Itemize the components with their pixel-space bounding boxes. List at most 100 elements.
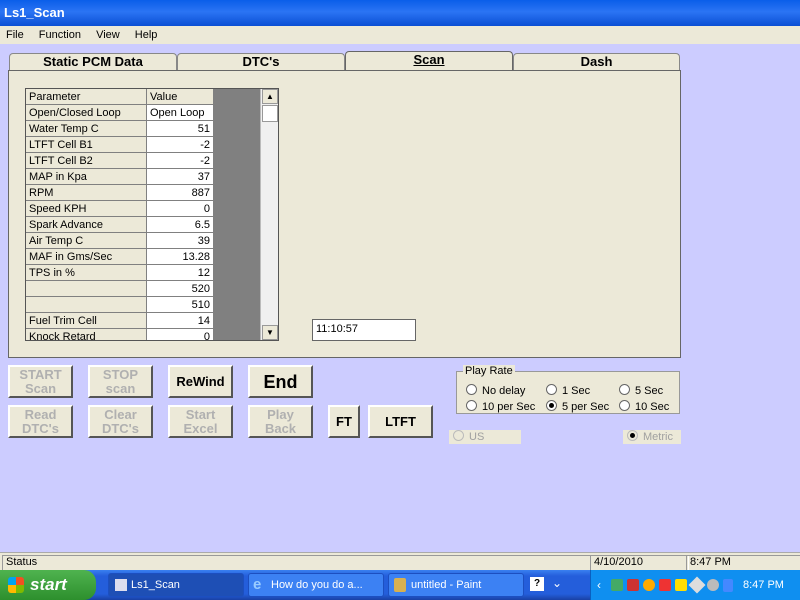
play-back-button[interactable]: Play Back: [248, 405, 313, 438]
table-row[interactable]: Open/Closed Loop Open Loop: [26, 105, 214, 121]
table-row[interactable]: Fuel Trim Cell 14: [26, 313, 214, 329]
taskbar-item-label: Ls1_Scan: [131, 579, 180, 591]
value-cell: -2: [147, 153, 214, 169]
grid-header-row: Parameter Value: [26, 89, 214, 105]
radio-label: US: [469, 431, 485, 443]
parameter-cell: Open/Closed Loop: [26, 105, 147, 121]
units-metric-option[interactable]: Metric: [623, 430, 681, 444]
table-row[interactable]: Knock Retard 0: [26, 329, 214, 340]
tab-static-pcm-data[interactable]: Static PCM Data: [9, 53, 177, 70]
radio-label: 10 per Sec: [482, 401, 536, 413]
table-row[interactable]: RPM 887: [26, 185, 214, 201]
play-rate-label: Play Rate: [463, 365, 515, 377]
table-row[interactable]: Air Temp C 39: [26, 233, 214, 249]
menu-view[interactable]: View: [90, 26, 126, 41]
start-scan-button[interactable]: START Scan: [8, 365, 73, 398]
units-us-option[interactable]: US: [449, 430, 521, 444]
start-excel-button[interactable]: Start Excel: [168, 405, 233, 438]
stop-scan-button[interactable]: STOP scan: [88, 365, 153, 398]
help-icon[interactable]: ?: [530, 577, 544, 591]
play-rate-group: Play Rate No delay 1 Sec 5 Sec 10 per Se…: [456, 365, 680, 414]
window-title: Ls1_Scan: [4, 5, 65, 20]
taskbar-item-label: untitled - Paint: [411, 579, 482, 591]
radio-label: 5 per Sec: [562, 401, 610, 413]
radio-5-sec[interactable]: 5 Sec: [619, 384, 663, 397]
scroll-thumb[interactable]: [262, 105, 278, 122]
value-cell: Open Loop: [147, 105, 214, 121]
table-row[interactable]: Speed KPH 0: [26, 201, 214, 217]
scan-time-display: 11:10:57: [312, 319, 416, 341]
radio-label: 5 Sec: [635, 385, 664, 397]
clear-dtcs-button[interactable]: Clear DTC's: [88, 405, 153, 438]
parameter-cell: LTFT Cell B1: [26, 137, 147, 153]
battery-icon[interactable]: [723, 579, 733, 592]
parameter-cell: [26, 281, 147, 297]
scroll-down-arrow-icon[interactable]: ▼: [262, 325, 278, 340]
radio-selected-icon: [546, 400, 557, 411]
menu-help[interactable]: Help: [129, 26, 164, 41]
taskbar-item-paint[interactable]: untitled - Paint: [388, 573, 524, 597]
scroll-up-arrow-icon[interactable]: ▲: [262, 89, 278, 104]
value-cell: 13.28: [147, 249, 214, 265]
value-cell: 14: [147, 313, 214, 329]
parameter-cell: Knock Retard: [26, 329, 147, 340]
radio-10-per-sec[interactable]: 10 per Sec: [466, 400, 535, 413]
radio-1-sec[interactable]: 1 Sec: [546, 384, 590, 397]
radio-selected-icon: [627, 430, 638, 441]
wireless-icon[interactable]: [643, 579, 655, 591]
menu-function[interactable]: Function: [33, 26, 87, 41]
value-cell: 0: [147, 201, 214, 217]
table-row[interactable]: 510: [26, 297, 214, 313]
network-icon[interactable]: [627, 579, 639, 591]
radio-10-sec[interactable]: 10 Sec: [619, 400, 669, 413]
table-row[interactable]: 520: [26, 281, 214, 297]
radio-no-delay[interactable]: No delay: [466, 384, 525, 397]
taskbar-item-browser[interactable]: e How do you do a...: [248, 573, 384, 597]
end-button[interactable]: End: [248, 365, 313, 398]
ft-button[interactable]: FT: [328, 405, 360, 438]
tray-diamond-icon[interactable]: [688, 576, 706, 594]
tray-expand-icon[interactable]: ‹: [597, 578, 601, 592]
menu-file[interactable]: File: [0, 26, 30, 41]
table-row[interactable]: MAP in Kpa 37: [26, 169, 214, 185]
taskbar-item-label: How do you do a...: [271, 579, 363, 591]
grid-header-value: Value: [147, 89, 214, 105]
tab-dash[interactable]: Dash: [513, 53, 680, 70]
grid-header-parameter: Parameter: [26, 89, 147, 105]
parameter-cell: RPM: [26, 185, 147, 201]
table-row[interactable]: Water Temp C 51: [26, 121, 214, 137]
language-bar-icon[interactable]: ⌄: [552, 576, 562, 590]
start-label: start: [30, 575, 67, 594]
alert-shield-icon[interactable]: [675, 579, 687, 591]
parameter-grid[interactable]: Parameter Value Open/Closed Loop Open Loo…: [25, 88, 279, 341]
window-title-bar[interactable]: Ls1_Scan: [0, 0, 800, 26]
start-button[interactable]: start: [0, 570, 96, 600]
tray-app-icon[interactable]: [611, 579, 623, 591]
app-window-icon: [115, 579, 127, 591]
radio-button-icon: [619, 384, 630, 395]
radio-5-per-sec[interactable]: 5 per Sec: [546, 400, 609, 413]
table-row[interactable]: LTFT Cell B1 -2: [26, 137, 214, 153]
table-row[interactable]: Spark Advance 6.5: [26, 217, 214, 233]
menu-bar: File Function View Help: [0, 26, 800, 44]
rewind-button[interactable]: ReWind: [168, 365, 233, 398]
taskbar-clock: 8:47 PM: [743, 579, 784, 591]
table-row[interactable]: MAF in Gms/Sec 13.28: [26, 249, 214, 265]
ltft-button[interactable]: LTFT: [368, 405, 433, 438]
tab-dtcs[interactable]: DTC's: [177, 53, 345, 70]
parameter-cell: TPS in %: [26, 265, 147, 281]
read-dtcs-button[interactable]: Read DTC's: [8, 405, 73, 438]
taskbar-item-ls1-scan[interactable]: Ls1_Scan: [108, 573, 244, 597]
security-shield-icon[interactable]: [659, 579, 671, 591]
radio-label: 10 Sec: [635, 401, 670, 413]
parameter-cell: Spark Advance: [26, 217, 147, 233]
tab-scan[interactable]: Scan: [345, 51, 513, 71]
volume-icon[interactable]: [707, 579, 719, 591]
parameter-cell: MAF in Gms/Sec: [26, 249, 147, 265]
value-cell: 37: [147, 169, 214, 185]
table-row[interactable]: TPS in % 12: [26, 265, 214, 281]
radio-label: 1 Sec: [562, 385, 591, 397]
grid-vertical-scrollbar[interactable]: ▲ ▼: [260, 89, 278, 340]
value-cell: 6.5: [147, 217, 214, 233]
table-row[interactable]: LTFT Cell B2 -2: [26, 153, 214, 169]
